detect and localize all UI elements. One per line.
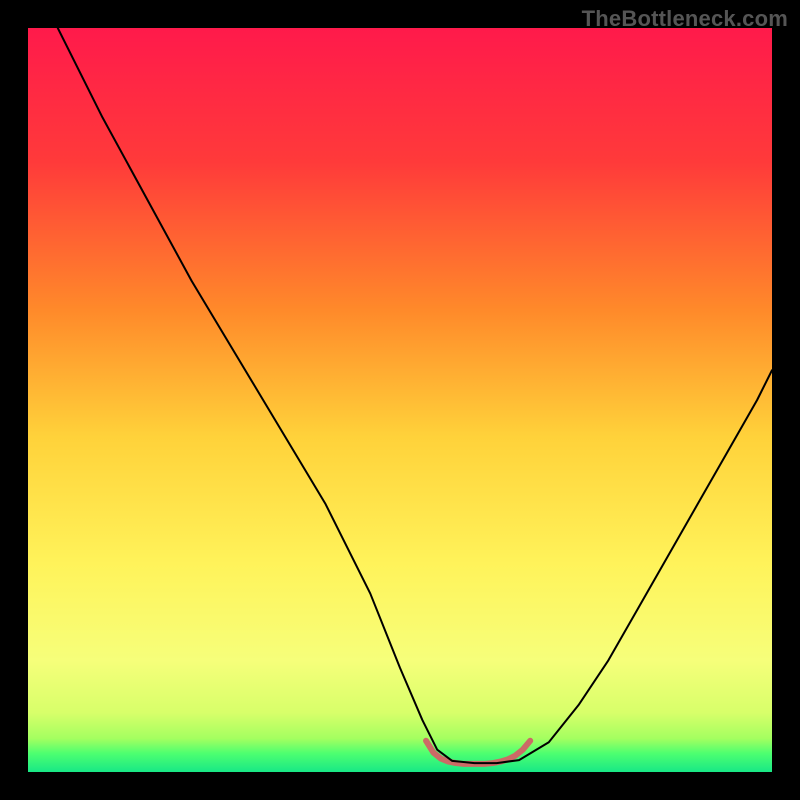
plot-area <box>28 28 772 772</box>
watermark-text: TheBottleneck.com <box>582 6 788 32</box>
curve-layer <box>28 28 772 772</box>
bottleneck-curve <box>58 28 772 763</box>
chart-frame: TheBottleneck.com <box>0 0 800 800</box>
